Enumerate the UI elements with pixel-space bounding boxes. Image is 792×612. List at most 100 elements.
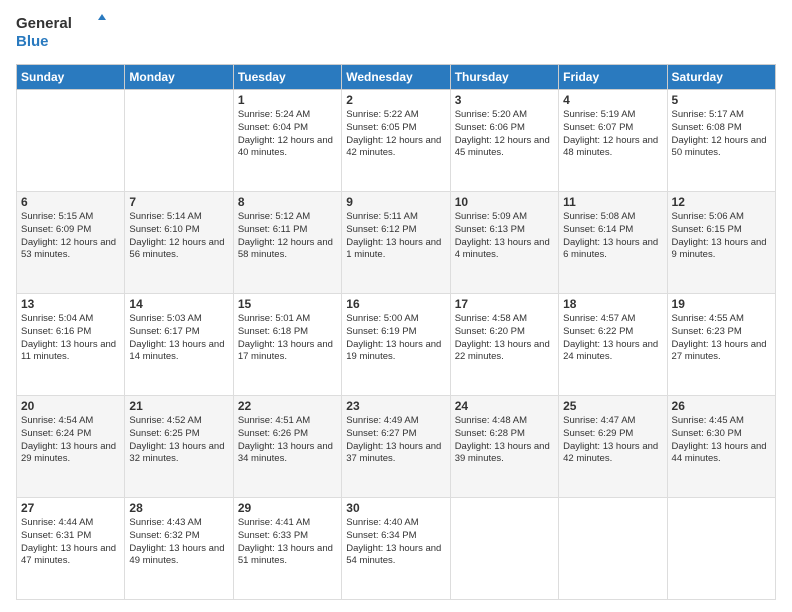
day-info: Sunrise: 5:15 AMSunset: 6:09 PMDaylight:… (21, 211, 116, 260)
day-number: 24 (455, 399, 554, 413)
day-info: Sunrise: 4:57 AMSunset: 6:22 PMDaylight:… (563, 313, 658, 362)
calendar-cell-w2-d5: 18 Sunrise: 4:57 AMSunset: 6:22 PMDaylig… (559, 294, 667, 396)
day-info: Sunrise: 5:12 AMSunset: 6:11 PMDaylight:… (238, 211, 333, 260)
calendar-cell-w3-d4: 24 Sunrise: 4:48 AMSunset: 6:28 PMDaylig… (450, 396, 558, 498)
calendar-cell-w4-d6 (667, 498, 775, 600)
day-info: Sunrise: 5:03 AMSunset: 6:17 PMDaylight:… (129, 313, 224, 362)
week-row-0: 1 Sunrise: 5:24 AMSunset: 6:04 PMDayligh… (17, 90, 776, 192)
weekday-header-row: SundayMondayTuesdayWednesdayThursdayFrid… (17, 65, 776, 90)
logo-svg: General Blue (16, 12, 106, 54)
calendar-cell-w0-d4: 3 Sunrise: 5:20 AMSunset: 6:06 PMDayligh… (450, 90, 558, 192)
day-info: Sunrise: 4:52 AMSunset: 6:25 PMDaylight:… (129, 415, 224, 464)
calendar-cell-w1-d1: 7 Sunrise: 5:14 AMSunset: 6:10 PMDayligh… (125, 192, 233, 294)
day-info: Sunrise: 5:17 AMSunset: 6:08 PMDaylight:… (672, 109, 767, 158)
day-info: Sunrise: 5:04 AMSunset: 6:16 PMDaylight:… (21, 313, 116, 362)
calendar-cell-w4-d1: 28 Sunrise: 4:43 AMSunset: 6:32 PMDaylig… (125, 498, 233, 600)
calendar-cell-w0-d5: 4 Sunrise: 5:19 AMSunset: 6:07 PMDayligh… (559, 90, 667, 192)
calendar-cell-w2-d1: 14 Sunrise: 5:03 AMSunset: 6:17 PMDaylig… (125, 294, 233, 396)
day-info: Sunrise: 4:49 AMSunset: 6:27 PMDaylight:… (346, 415, 441, 464)
week-row-4: 27 Sunrise: 4:44 AMSunset: 6:31 PMDaylig… (17, 498, 776, 600)
day-number: 6 (21, 195, 120, 209)
calendar-cell-w0-d1 (125, 90, 233, 192)
day-number: 12 (672, 195, 771, 209)
weekday-wednesday: Wednesday (342, 65, 450, 90)
calendar-cell-w3-d0: 20 Sunrise: 4:54 AMSunset: 6:24 PMDaylig… (17, 396, 125, 498)
svg-text:General: General (16, 15, 72, 32)
day-info: Sunrise: 4:48 AMSunset: 6:28 PMDaylight:… (455, 415, 550, 464)
day-number: 27 (21, 501, 120, 515)
day-info: Sunrise: 5:06 AMSunset: 6:15 PMDaylight:… (672, 211, 767, 260)
calendar-cell-w4-d3: 30 Sunrise: 4:40 AMSunset: 6:34 PMDaylig… (342, 498, 450, 600)
day-info: Sunrise: 5:14 AMSunset: 6:10 PMDaylight:… (129, 211, 224, 260)
calendar-cell-w0-d6: 5 Sunrise: 5:17 AMSunset: 6:08 PMDayligh… (667, 90, 775, 192)
day-info: Sunrise: 5:08 AMSunset: 6:14 PMDaylight:… (563, 211, 658, 260)
calendar-cell-w2-d0: 13 Sunrise: 5:04 AMSunset: 6:16 PMDaylig… (17, 294, 125, 396)
day-number: 18 (563, 297, 662, 311)
day-info: Sunrise: 4:47 AMSunset: 6:29 PMDaylight:… (563, 415, 658, 464)
day-number: 13 (21, 297, 120, 311)
calendar-cell-w2-d4: 17 Sunrise: 4:58 AMSunset: 6:20 PMDaylig… (450, 294, 558, 396)
calendar-cell-w3-d1: 21 Sunrise: 4:52 AMSunset: 6:25 PMDaylig… (125, 396, 233, 498)
day-number: 3 (455, 93, 554, 107)
calendar-cell-w4-d5 (559, 498, 667, 600)
weekday-friday: Friday (559, 65, 667, 90)
day-number: 26 (672, 399, 771, 413)
day-info: Sunrise: 4:44 AMSunset: 6:31 PMDaylight:… (21, 517, 116, 566)
logo: General Blue (16, 12, 106, 54)
calendar-cell-w3-d6: 26 Sunrise: 4:45 AMSunset: 6:30 PMDaylig… (667, 396, 775, 498)
calendar-cell-w0-d3: 2 Sunrise: 5:22 AMSunset: 6:05 PMDayligh… (342, 90, 450, 192)
weekday-saturday: Saturday (667, 65, 775, 90)
calendar-cell-w4-d0: 27 Sunrise: 4:44 AMSunset: 6:31 PMDaylig… (17, 498, 125, 600)
calendar-cell-w1-d4: 10 Sunrise: 5:09 AMSunset: 6:13 PMDaylig… (450, 192, 558, 294)
calendar-cell-w2-d6: 19 Sunrise: 4:55 AMSunset: 6:23 PMDaylig… (667, 294, 775, 396)
day-info: Sunrise: 5:01 AMSunset: 6:18 PMDaylight:… (238, 313, 333, 362)
calendar-cell-w3-d2: 22 Sunrise: 4:51 AMSunset: 6:26 PMDaylig… (233, 396, 341, 498)
day-info: Sunrise: 4:58 AMSunset: 6:20 PMDaylight:… (455, 313, 550, 362)
calendar-cell-w3-d5: 25 Sunrise: 4:47 AMSunset: 6:29 PMDaylig… (559, 396, 667, 498)
page: General Blue SundayMondayTuesdayWednesda… (0, 0, 792, 612)
day-number: 2 (346, 93, 445, 107)
day-info: Sunrise: 4:55 AMSunset: 6:23 PMDaylight:… (672, 313, 767, 362)
day-number: 8 (238, 195, 337, 209)
day-number: 9 (346, 195, 445, 209)
day-info: Sunrise: 4:54 AMSunset: 6:24 PMDaylight:… (21, 415, 116, 464)
day-info: Sunrise: 5:09 AMSunset: 6:13 PMDaylight:… (455, 211, 550, 260)
day-number: 10 (455, 195, 554, 209)
day-number: 23 (346, 399, 445, 413)
day-number: 20 (21, 399, 120, 413)
calendar-cell-w1-d2: 8 Sunrise: 5:12 AMSunset: 6:11 PMDayligh… (233, 192, 341, 294)
day-number: 19 (672, 297, 771, 311)
day-number: 15 (238, 297, 337, 311)
header: General Blue (16, 12, 776, 54)
day-info: Sunrise: 5:20 AMSunset: 6:06 PMDaylight:… (455, 109, 550, 158)
day-number: 25 (563, 399, 662, 413)
weekday-sunday: Sunday (17, 65, 125, 90)
calendar-cell-w0-d0 (17, 90, 125, 192)
day-number: 14 (129, 297, 228, 311)
calendar-cell-w4-d2: 29 Sunrise: 4:41 AMSunset: 6:33 PMDaylig… (233, 498, 341, 600)
calendar-cell-w3-d3: 23 Sunrise: 4:49 AMSunset: 6:27 PMDaylig… (342, 396, 450, 498)
calendar-cell-w2-d2: 15 Sunrise: 5:01 AMSunset: 6:18 PMDaylig… (233, 294, 341, 396)
day-info: Sunrise: 5:22 AMSunset: 6:05 PMDaylight:… (346, 109, 441, 158)
day-info: Sunrise: 5:19 AMSunset: 6:07 PMDaylight:… (563, 109, 658, 158)
day-number: 22 (238, 399, 337, 413)
day-info: Sunrise: 4:40 AMSunset: 6:34 PMDaylight:… (346, 517, 441, 566)
weekday-tuesday: Tuesday (233, 65, 341, 90)
week-row-3: 20 Sunrise: 4:54 AMSunset: 6:24 PMDaylig… (17, 396, 776, 498)
day-number: 4 (563, 93, 662, 107)
day-number: 5 (672, 93, 771, 107)
day-info: Sunrise: 4:43 AMSunset: 6:32 PMDaylight:… (129, 517, 224, 566)
day-info: Sunrise: 4:45 AMSunset: 6:30 PMDaylight:… (672, 415, 767, 464)
calendar-cell-w0-d2: 1 Sunrise: 5:24 AMSunset: 6:04 PMDayligh… (233, 90, 341, 192)
day-info: Sunrise: 4:51 AMSunset: 6:26 PMDaylight:… (238, 415, 333, 464)
calendar-cell-w1-d3: 9 Sunrise: 5:11 AMSunset: 6:12 PMDayligh… (342, 192, 450, 294)
day-info: Sunrise: 5:00 AMSunset: 6:19 PMDaylight:… (346, 313, 441, 362)
calendar-cell-w4-d4 (450, 498, 558, 600)
day-info: Sunrise: 5:24 AMSunset: 6:04 PMDaylight:… (238, 109, 333, 158)
day-number: 17 (455, 297, 554, 311)
calendar-cell-w1-d0: 6 Sunrise: 5:15 AMSunset: 6:09 PMDayligh… (17, 192, 125, 294)
day-number: 7 (129, 195, 228, 209)
day-number: 11 (563, 195, 662, 209)
day-number: 21 (129, 399, 228, 413)
day-number: 16 (346, 297, 445, 311)
